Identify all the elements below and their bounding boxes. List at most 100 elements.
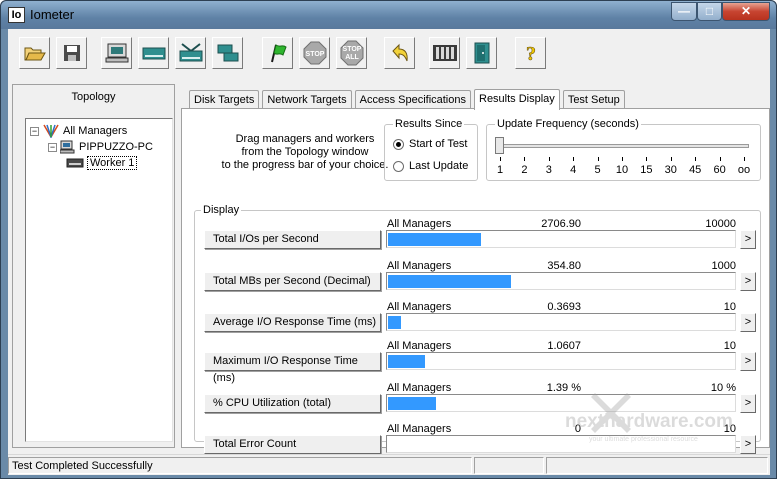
metric-bar-fill	[388, 233, 481, 246]
title-bar[interactable]: Io Iometer — □ ✕	[1, 1, 776, 29]
start-flag-icon	[270, 44, 287, 63]
metric-detail-button[interactable]: >	[740, 352, 756, 371]
instructions-line: from the Topology window	[241, 146, 369, 158]
metric-max: 10	[723, 301, 736, 313]
collapse-toggle[interactable]: −	[48, 142, 57, 152]
metric-target: All Managers	[387, 301, 452, 313]
update-frequency-group: Update Frequency (seconds) 1 2 3 4 5 10 15 30 45…	[486, 118, 761, 181]
slider-tick	[670, 157, 672, 161]
metric-progress-bar[interactable]	[386, 230, 736, 248]
tree-node-worker[interactable]: Worker 1	[66, 155, 138, 171]
tab-test-setup[interactable]: Test Setup	[562, 90, 625, 109]
display-manager-button[interactable]	[101, 37, 132, 69]
metric-target: All Managers	[387, 423, 452, 435]
metric-select-button[interactable]: Average I/O Response Time (ms)	[204, 313, 381, 332]
workers-grid-button[interactable]	[429, 37, 460, 69]
duplicate-worker-button[interactable]	[212, 37, 243, 69]
slider-tick-label: 5	[594, 164, 601, 176]
metric-detail-button[interactable]: >	[740, 230, 756, 249]
save-config-button[interactable]	[56, 37, 87, 69]
metric-detail-button[interactable]: >	[740, 313, 756, 332]
slider-tick-label: 60	[713, 164, 726, 176]
metric-row-errors: Total Error Count All Managers 0 10 >	[195, 416, 762, 456]
start-tests-button[interactable]	[262, 37, 293, 69]
iometer-window: Io Iometer — □ ✕ STOP STOP ALL ? Topolog…	[0, 0, 777, 479]
metric-progress-bar[interactable]	[386, 313, 736, 331]
metric-select-button[interactable]: Total I/Os per Second	[204, 230, 381, 249]
exit-button[interactable]	[466, 37, 497, 69]
metric-progress-bar[interactable]	[386, 435, 736, 453]
topology-tree[interactable]: − All Managers − PIPPUZZO-PC Worker 1	[25, 118, 173, 442]
slider-tick	[597, 157, 599, 161]
open-config-button[interactable]	[19, 37, 50, 69]
slider-tick	[500, 157, 501, 161]
metric-progress-bar[interactable]	[386, 272, 736, 290]
slider-tick	[622, 157, 623, 161]
tree-node-all-managers[interactable]: − All Managers	[30, 123, 127, 139]
status-pane-secondary	[474, 457, 544, 474]
metric-row-total-mbs: Total MBs per Second (Decimal) All Manag…	[195, 253, 762, 293]
slider-tick	[646, 157, 648, 161]
slider-tick-label: 4	[570, 164, 577, 176]
metric-progress-bar[interactable]	[386, 352, 736, 370]
slider-tick-label: 1	[496, 164, 504, 176]
stop-test-button[interactable]: STOP	[299, 37, 330, 69]
results-display-page: Drag managers and workers from the Topol…	[181, 108, 770, 454]
svg-text:STOP: STOP	[342, 46, 361, 53]
metric-select-button[interactable]: Maximum I/O Response Time (ms)	[204, 352, 381, 384]
slider-tick	[744, 157, 745, 161]
frequency-slider-track[interactable]	[499, 144, 749, 148]
tab-network-targets[interactable]: Network Targets	[262, 90, 352, 109]
slider-tick-label: 15	[640, 164, 653, 176]
metric-progress-bar[interactable]	[386, 394, 736, 412]
metric-row-cpu: % CPU Utilization (total) All Managers 1…	[195, 375, 762, 415]
close-button[interactable]: ✕	[722, 2, 770, 21]
results-since-group: Results Since Start of Test Last Update	[384, 118, 478, 181]
radio-button[interactable]	[393, 138, 404, 150]
tree-node-manager[interactable]: − PIPPUZZO-PC	[48, 139, 153, 155]
svg-text:STOP: STOP	[305, 51, 324, 58]
metric-select-button[interactable]: Total Error Count	[204, 435, 381, 454]
collapse-toggle[interactable]: −	[30, 126, 39, 136]
metric-detail-button[interactable]: >	[740, 394, 756, 413]
save-disk-icon	[63, 45, 80, 61]
topology-panel: Topology − All Managers − PIPPUZZO-PC Wo…	[12, 84, 175, 448]
computer-icon	[60, 140, 76, 154]
tab-results-display[interactable]: Results Display	[474, 89, 560, 110]
metric-select-button[interactable]: % CPU Utilization (total)	[204, 394, 381, 413]
maximize-button[interactable]: □	[697, 2, 722, 21]
metric-select-button[interactable]: Total MBs per Second (Decimal)	[204, 272, 381, 291]
new-disk-worker-button[interactable]	[138, 37, 169, 69]
metric-max: 10	[723, 340, 736, 352]
metric-row-max-response: Maximum I/O Response Time (ms) All Manag…	[195, 333, 762, 384]
radio-start-of-test[interactable]: Start of Test	[393, 138, 468, 150]
tab-access-specifications[interactable]: Access Specifications	[354, 90, 471, 109]
tab-disk-targets[interactable]: Disk Targets	[189, 90, 260, 109]
stop-all-button[interactable]: STOP ALL	[336, 37, 367, 69]
metric-value: 1.39 %	[546, 382, 581, 394]
help-button[interactable]: ?	[515, 37, 546, 69]
metric-value: 1.0607	[547, 340, 581, 352]
tree-label-worker: Worker 1	[87, 156, 138, 170]
metric-value: 0	[574, 423, 581, 435]
slider-tick-label: 2	[521, 164, 528, 176]
new-network-worker-button[interactable]	[175, 37, 206, 69]
metric-detail-button[interactable]: >	[740, 272, 756, 291]
metric-row-total-ios: Total I/Os per Second All Managers 2706.…	[195, 211, 762, 251]
svg-text:ALL: ALL	[345, 54, 359, 61]
topology-title: Topology	[71, 91, 116, 103]
slider-tick-label: 3	[545, 164, 552, 176]
exit-icon	[432, 45, 457, 61]
radio-button[interactable]	[393, 160, 404, 172]
radio-last-update[interactable]: Last Update	[393, 160, 468, 172]
metric-target: All Managers	[387, 340, 452, 352]
network-worker-icon	[179, 43, 202, 62]
metric-max: 10000	[705, 218, 736, 230]
metric-value: 0.3693	[547, 301, 581, 313]
metric-detail-button[interactable]: >	[740, 435, 756, 454]
metric-bar-fill	[388, 275, 511, 288]
frequency-slider-thumb[interactable]	[495, 137, 504, 154]
reset-workers-button[interactable]	[384, 37, 415, 69]
tree-label-all-managers: All Managers	[63, 125, 128, 137]
minimize-button[interactable]: —	[671, 2, 697, 21]
